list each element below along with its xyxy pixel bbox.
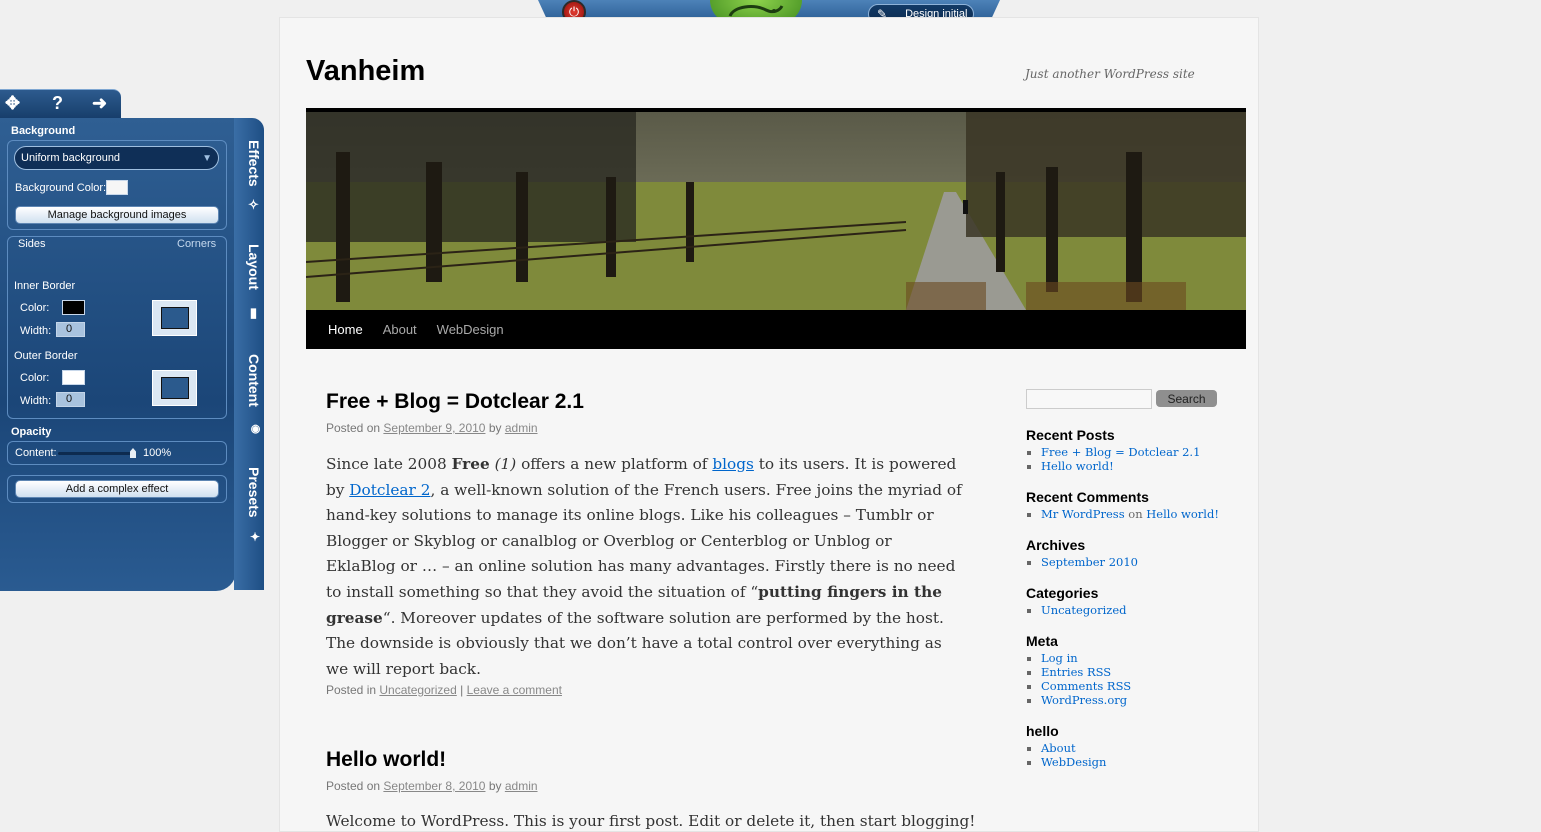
post-content: Since late 2008 Free (1) offers a new pl… — [326, 452, 966, 682]
outer-border-color-swatch[interactable] — [62, 370, 85, 385]
archives-widget: Archives September 2010 — [1026, 537, 1138, 569]
opacity-slider[interactable] — [58, 452, 136, 455]
widget-title: Categories — [1026, 585, 1099, 601]
outer-width-label: Width: — [20, 395, 52, 407]
tab-presets[interactable]: Presets — [236, 454, 262, 530]
blogs-link[interactable]: blogs — [712, 455, 754, 473]
site-title[interactable]: Vanheim — [306, 55, 425, 88]
tab-content[interactable]: Content — [236, 340, 262, 420]
magic-wand-icon: ✧ — [247, 198, 262, 213]
abc-icon: ◉ — [249, 422, 261, 435]
post-author-link[interactable]: admin — [505, 421, 538, 435]
post-footer-meta: Posted in Uncategorized | Leave a commen… — [326, 683, 562, 697]
presets-icon: ✦ — [248, 530, 262, 544]
widget-title: Recent Comments — [1026, 489, 1149, 505]
category-link[interactable]: Uncategorized — [379, 683, 456, 697]
editor-top-bar: ✥ ? ➜ — [0, 89, 121, 118]
inner-border-color-swatch[interactable] — [62, 300, 85, 315]
meta-separator: | — [460, 683, 464, 697]
background-section-title: Background — [11, 125, 76, 137]
content-opacity-value: 100% — [143, 447, 172, 459]
recent-post-link[interactable]: Free + Blog = Dotclear 2.1 — [1041, 445, 1200, 459]
leave-comment-link[interactable]: Leave a comment — [467, 683, 562, 697]
hello-link-webdesign[interactable]: WebDesign — [1041, 755, 1106, 769]
help-icon[interactable]: ? — [52, 93, 63, 114]
post-text: offers a new platform of — [516, 455, 713, 473]
inner-color-label: Color: — [20, 302, 50, 314]
meta-link-comments-rss[interactable]: Comments RSS — [1041, 679, 1131, 693]
tab-sides[interactable]: Sides — [18, 238, 46, 250]
manage-background-images-button[interactable]: Manage background images — [15, 206, 219, 224]
background-color-swatch[interactable] — [106, 180, 128, 195]
widget-title: hello — [1026, 723, 1059, 739]
search-button[interactable]: Search — [1156, 390, 1217, 407]
post-content: Welcome to WordPress. This is your first… — [326, 812, 976, 830]
post-title[interactable]: Free + Blog = Dotclear 2.1 — [326, 390, 584, 414]
widget-title: Meta — [1026, 633, 1058, 649]
post-title[interactable]: Hello world! — [326, 748, 446, 772]
widget-title: Recent Posts — [1026, 427, 1115, 443]
recent-post-link[interactable]: Hello world! — [1041, 459, 1114, 473]
meta-link-entries-rss[interactable]: Entries RSS — [1041, 665, 1111, 679]
background-type-select[interactable]: Uniform background ▼ — [14, 146, 219, 170]
post-text-bold: Free — [451, 455, 490, 473]
meta-link-login[interactable]: Log in — [1041, 651, 1078, 665]
add-complex-effect-button[interactable]: Add a complex effect — [15, 480, 219, 498]
dotclear-link[interactable]: Dotclear 2 — [349, 481, 430, 499]
layout-icon: ▮ — [247, 306, 262, 321]
header-image — [306, 108, 1246, 310]
post-date-link[interactable]: September 9, 2010 — [383, 421, 485, 435]
inner-width-label: Width: — [20, 325, 52, 337]
post-meta: Posted on September 8, 2010 by admin — [326, 779, 538, 793]
background-type-value: Uniform background — [21, 152, 121, 164]
comment-post-link[interactable]: Hello world! — [1146, 507, 1219, 521]
by-label: by — [488, 779, 502, 793]
nav-item-home[interactable]: Home — [328, 322, 363, 337]
outer-border-label: Outer Border — [14, 350, 78, 362]
outer-border-preview — [152, 370, 197, 406]
recent-posts-widget: Recent Posts Free + Blog = Dotclear 2.1 … — [1026, 427, 1200, 473]
inner-border-preview — [152, 300, 197, 336]
post-text: Since late 2008 — [326, 455, 452, 473]
site-tagline: Just another WordPress site — [1025, 67, 1195, 81]
tab-effects[interactable]: Effects — [236, 128, 262, 198]
inner-width-stepper[interactable]: 0 — [56, 322, 85, 337]
tab-layout[interactable]: Layout — [236, 232, 262, 302]
main-navigation: Home About WebDesign — [306, 310, 1246, 349]
inner-border-label: Inner Border — [14, 280, 76, 292]
search-input[interactable] — [1026, 389, 1152, 409]
meta-widget: Meta Log in Entries RSS Comments RSS Wor… — [1026, 633, 1131, 707]
by-label: by — [488, 421, 502, 435]
post-author-link[interactable]: admin — [505, 779, 538, 793]
post-text-italic: (1) — [489, 455, 517, 473]
category-link[interactable]: Uncategorized — [1041, 603, 1127, 617]
background-color-label: Background Color: — [15, 182, 107, 194]
widget-title: Archives — [1026, 537, 1086, 553]
nav-item-about[interactable]: About — [383, 322, 417, 337]
posted-on-label: Posted on — [326, 779, 381, 793]
outer-width-stepper[interactable]: 0 — [56, 392, 85, 407]
posted-on-label: Posted on — [326, 421, 381, 435]
post-date-link[interactable]: September 8, 2010 — [383, 779, 485, 793]
hello-link-about[interactable]: About — [1041, 741, 1076, 755]
chevron-down-icon: ▼ — [202, 153, 212, 164]
post-meta: Posted on September 9, 2010 by admin — [326, 421, 538, 435]
comment-author-link[interactable]: Mr WordPress — [1041, 507, 1125, 521]
hello-widget: hello About WebDesign — [1026, 723, 1106, 769]
on-label: on — [1128, 507, 1143, 521]
nav-item-webdesign[interactable]: WebDesign — [437, 322, 504, 337]
archive-link[interactable]: September 2010 — [1041, 555, 1138, 569]
opacity-section-title: Opacity — [11, 426, 52, 438]
outer-color-label: Color: — [20, 372, 50, 384]
recent-comments-widget: Recent Comments Mr WordPress on Hello wo… — [1026, 489, 1219, 521]
post-text: “. Moreover updates of the software solu… — [326, 608, 944, 678]
tab-corners[interactable]: Corners — [177, 238, 216, 250]
meta-link-wordpress[interactable]: WordPress.org — [1041, 693, 1127, 707]
target-icon[interactable]: ✥ — [5, 93, 20, 114]
categories-widget: Categories Uncategorized — [1026, 585, 1127, 617]
arrow-right-icon[interactable]: ➜ — [92, 93, 107, 114]
content-opacity-label: Content: — [15, 447, 57, 459]
posted-in-label: Posted in — [326, 683, 377, 697]
